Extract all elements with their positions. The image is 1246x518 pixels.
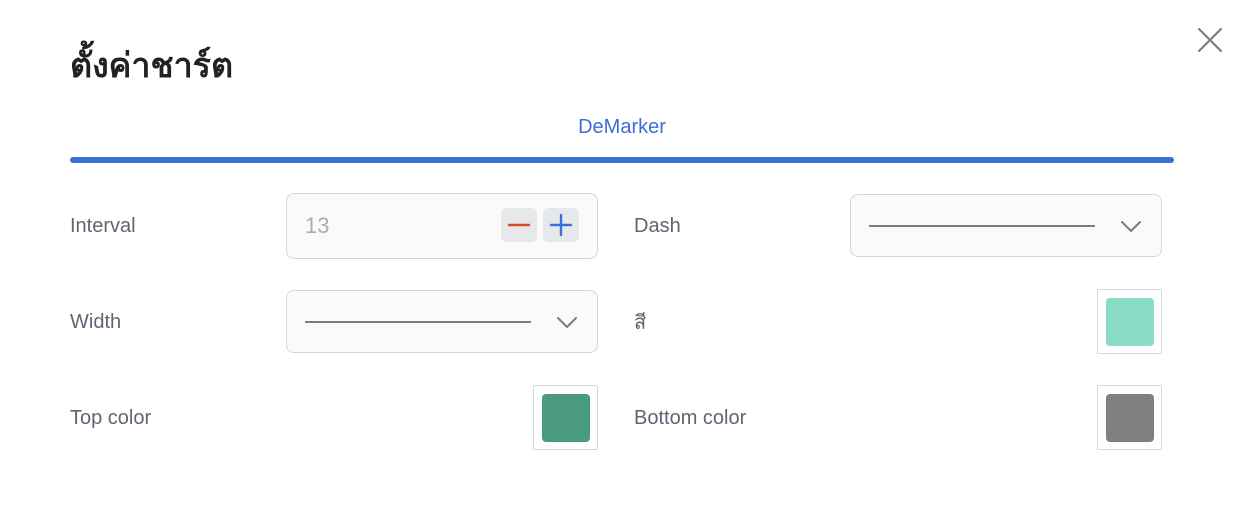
dash-label: Dash [634, 215, 681, 237]
top-color-swatch [542, 394, 590, 442]
bottom-color-picker[interactable] [1097, 385, 1162, 450]
interval-input[interactable]: 13 [286, 193, 598, 259]
bottom-color-swatch [1106, 394, 1154, 442]
interval-label: Interval [70, 215, 136, 237]
tab-demarker[interactable]: DeMarker [70, 108, 1174, 163]
dialog-title: ตั้งค่าชาร์ต [70, 46, 234, 86]
close-button[interactable] [1194, 24, 1226, 56]
minus-icon [507, 223, 531, 227]
decrement-button[interactable] [501, 208, 537, 242]
active-tab-indicator [70, 157, 1174, 163]
bottom-color-label: Bottom color [634, 407, 747, 429]
tab-label: DeMarker [578, 116, 666, 138]
interval-value: 13 [305, 213, 330, 238]
close-icon [1197, 27, 1223, 53]
dash-select[interactable] [850, 194, 1162, 257]
dash-line-preview [869, 225, 1095, 227]
increment-button[interactable] [543, 208, 579, 242]
tab-bar: DeMarker [70, 108, 1174, 163]
top-color-label: Top color [70, 407, 152, 429]
plus-icon [549, 213, 573, 237]
chevron-down-icon [557, 317, 577, 328]
chevron-down-icon [1121, 221, 1141, 232]
width-line-preview [305, 321, 531, 323]
chart-settings-dialog: ตั้งค่าชาร์ต DeMarker Interval 13 Dash W… [0, 0, 1246, 518]
width-label: Width [70, 311, 122, 333]
color-label: สี [634, 310, 647, 334]
color-swatch [1106, 298, 1154, 346]
width-select[interactable] [286, 290, 598, 353]
color-picker[interactable] [1097, 289, 1162, 354]
top-color-picker[interactable] [533, 385, 598, 450]
